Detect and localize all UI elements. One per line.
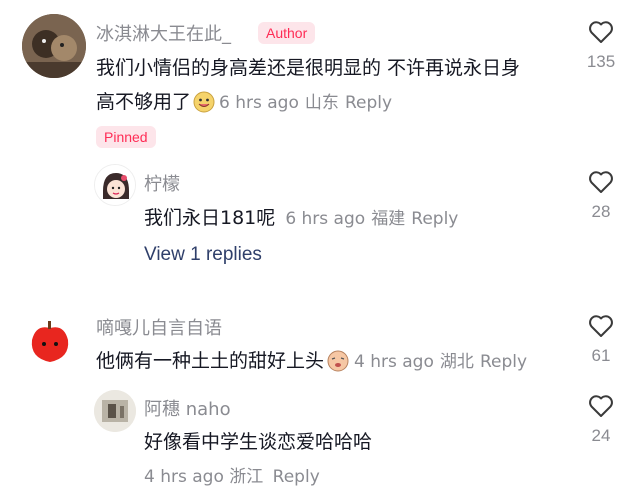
comment-text-line: 高不够用了 6 hrs ago 山东 Reply — [96, 87, 392, 118]
comment-text-row: 他俩有一种土土的甜好上头 4 hrs ago 湖北 Reply — [96, 346, 527, 377]
comment-text: 他俩有一种土土的甜好上头 — [96, 350, 325, 372]
heart-icon — [579, 394, 623, 418]
author-badge: Author — [258, 22, 316, 44]
avatar[interactable] — [94, 164, 136, 206]
reply-text: 我们永日181呢 — [144, 207, 276, 229]
comment-time: 4 hrs ago — [354, 352, 434, 372]
like-button[interactable]: 28 — [579, 170, 623, 222]
heart-icon — [579, 20, 623, 44]
reply-location: 浙江 — [229, 467, 264, 487]
reply-username[interactable]: 阿穗 naho — [144, 395, 231, 421]
like-count: 28 — [591, 202, 611, 221]
reply-location: 福建 — [371, 209, 406, 229]
reply-button[interactable]: Reply — [480, 352, 527, 372]
avatar[interactable] — [94, 390, 136, 432]
view-replies-link[interactable]: View 1 replies — [144, 244, 262, 266]
reply-button[interactable]: Reply — [411, 209, 458, 229]
comment-text-line: 我们小情侣的身高差还是很明显的 不许再说永日身 — [96, 57, 521, 79]
comment-username[interactable]: 嘀嘎儿自言自语 — [96, 314, 222, 340]
smiling-face-emoji-icon — [193, 91, 215, 118]
like-count: 135 — [586, 52, 616, 71]
reply-button[interactable]: Reply — [345, 93, 392, 113]
reply-time: 6 hrs ago — [285, 209, 366, 229]
like-count: 24 — [591, 426, 611, 445]
reply-text: 好像看中学生谈恋爱哈哈哈 — [144, 431, 373, 453]
like-button[interactable]: 135 — [579, 20, 623, 72]
reply-username[interactable]: 柠檬 — [144, 170, 180, 196]
comment-location: 山东 — [304, 93, 339, 113]
reply-button[interactable]: Reply — [273, 467, 320, 487]
bald-face-emoji-icon — [326, 348, 350, 377]
heart-icon — [579, 314, 623, 338]
avatar[interactable] — [22, 14, 86, 78]
reply-time: 4 hrs ago — [144, 467, 224, 487]
reply-meta-row: 4 hrs ago 浙江 Reply — [144, 462, 320, 487]
pinned-badge: Pinned — [96, 126, 156, 148]
comment-text-line-2: 高不够用了 — [96, 91, 192, 113]
like-count: 61 — [591, 346, 611, 365]
avatar[interactable] — [26, 318, 74, 366]
comment-username[interactable]: 冰淇淋大王在此_ — [96, 20, 231, 46]
comment-time: 6 hrs ago — [219, 93, 299, 113]
like-button[interactable]: 24 — [579, 394, 623, 446]
comment-location: 湖北 — [439, 352, 474, 372]
like-button[interactable]: 61 — [579, 314, 623, 366]
reply-text-row: 我们永日181呢 6 hrs ago 福建 Reply — [144, 203, 458, 230]
heart-icon — [579, 170, 623, 194]
